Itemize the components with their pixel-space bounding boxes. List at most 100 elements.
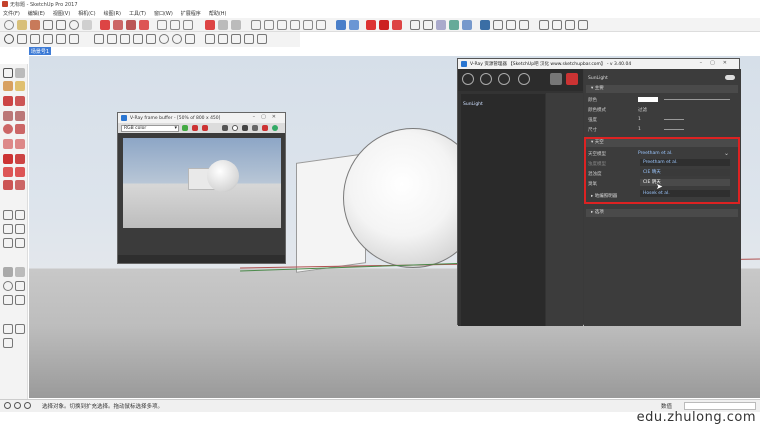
size-slider[interactable] (664, 129, 684, 130)
wireframe-icon[interactable] (349, 20, 359, 30)
color-slider[interactable] (664, 99, 730, 100)
add-detail-icon[interactable] (133, 34, 143, 44)
bucket-icon[interactable] (3, 81, 13, 91)
orbit-icon[interactable] (205, 20, 215, 30)
scene-next-icon[interactable] (218, 34, 228, 44)
tape-icon[interactable] (157, 20, 167, 30)
asset-editor-window-controls[interactable]: –▢✕ (700, 60, 735, 66)
menu-camera[interactable]: 相机(C) (78, 10, 95, 17)
offset-icon[interactable] (139, 20, 149, 30)
xray-icon[interactable] (336, 20, 346, 30)
arrow-select-icon[interactable] (3, 68, 13, 78)
clear-image-icon[interactable] (252, 125, 258, 131)
model-info-icon[interactable] (565, 20, 575, 30)
fog-icon[interactable] (244, 34, 254, 44)
axes-icon[interactable] (183, 20, 193, 30)
rotate-icon[interactable] (113, 20, 123, 30)
text-tool-icon[interactable] (15, 224, 25, 234)
right-view-icon[interactable] (290, 20, 300, 30)
back-view-icon[interactable] (303, 20, 313, 30)
dimension-icon[interactable] (15, 210, 25, 220)
extension-icon[interactable] (519, 20, 529, 30)
row-size-value[interactable]: 1 (638, 127, 641, 132)
offset-tool-icon[interactable] (15, 180, 25, 190)
row-intensity-value[interactable]: 1 (638, 117, 641, 122)
zoom-window-icon[interactable] (15, 281, 25, 291)
left-view-icon[interactable] (316, 20, 326, 30)
scene-tab[interactable]: 场景号1 (29, 47, 51, 55)
section-fill-icon[interactable] (493, 20, 503, 30)
menu-window[interactable]: 窗口(W) (154, 10, 173, 17)
rect-tool-icon[interactable] (3, 111, 13, 121)
pushpull-tool-icon[interactable] (15, 154, 25, 164)
channel-blue-icon[interactable] (202, 125, 208, 131)
measurements-input[interactable] (684, 402, 756, 410)
iso-view-icon[interactable] (251, 20, 261, 30)
followme-tool-icon[interactable] (15, 167, 25, 177)
textured-icon[interactable] (436, 20, 446, 30)
menu-tools[interactable]: 工具(T) (129, 10, 146, 17)
lens-icon[interactable] (232, 125, 238, 131)
styles-icon[interactable] (257, 34, 267, 44)
mono-icon[interactable] (222, 125, 228, 131)
front-view-icon[interactable] (277, 20, 287, 30)
drape-icon[interactable] (120, 34, 130, 44)
position-camera-icon[interactable] (30, 34, 40, 44)
settings-tab-icon[interactable] (518, 73, 530, 85)
render-start-icon[interactable] (272, 125, 278, 131)
scale-icon[interactable] (126, 20, 136, 30)
eraser-icon[interactable] (17, 20, 27, 30)
section-plane-icon[interactable] (462, 20, 472, 30)
smoove-icon[interactable] (94, 34, 104, 44)
warehouse-icon[interactable] (506, 20, 516, 30)
menu-draw[interactable]: 绘图(R) (104, 10, 121, 17)
solid-trim-icon[interactable] (185, 34, 195, 44)
rectangle-icon[interactable] (56, 20, 66, 30)
axes-tool-icon[interactable] (3, 238, 13, 248)
menu-file[interactable]: 文件(F) (3, 10, 20, 17)
hidden-line-icon[interactable] (423, 20, 433, 30)
asset-item-sunlight[interactable]: SunLight (463, 102, 483, 107)
monochrome-icon[interactable] (449, 20, 459, 30)
pan-icon[interactable] (218, 20, 228, 30)
scale-tool-icon[interactable] (3, 180, 13, 190)
menu-edit[interactable]: 编辑(E) (28, 10, 45, 17)
walk-tool-icon[interactable] (3, 324, 13, 334)
protractor-icon[interactable] (3, 224, 13, 234)
credits-icon[interactable] (14, 402, 21, 409)
sunlight-enable-toggle[interactable] (725, 75, 735, 80)
look-around-icon[interactable] (43, 34, 53, 44)
zoom-tool-icon[interactable] (3, 281, 13, 291)
move-icon[interactable] (100, 20, 110, 30)
render-teapot-icon[interactable] (566, 73, 578, 85)
top-view-icon[interactable] (264, 20, 274, 30)
look-tool-icon[interactable] (15, 324, 25, 334)
section-cut-icon[interactable] (480, 20, 490, 30)
section-main[interactable]: ▾ 主要 (586, 85, 738, 93)
circle-icon[interactable] (69, 20, 79, 30)
rotated-rect-icon[interactable] (15, 111, 25, 121)
user-icon[interactable] (24, 402, 31, 409)
shaded-icon[interactable] (410, 20, 420, 30)
shadow-icon[interactable] (231, 34, 241, 44)
polygon-icon[interactable] (15, 124, 25, 134)
move-tool-icon[interactable] (3, 154, 13, 164)
paint-icon[interactable] (30, 20, 40, 30)
circle-tool-icon[interactable] (3, 124, 13, 134)
vfb-window-controls[interactable]: –▢✕ (253, 114, 282, 120)
section-options[interactable]: ▸ 选项 (586, 209, 738, 217)
pan-tool-icon[interactable] (15, 267, 25, 277)
color-swatch[interactable] (638, 97, 658, 102)
geo-location-icon[interactable] (4, 402, 11, 409)
3d-text-icon[interactable] (15, 238, 25, 248)
save-image-icon[interactable] (242, 125, 248, 131)
outliner-icon[interactable] (578, 20, 588, 30)
layout-icon[interactable] (552, 20, 562, 30)
zoom-icon[interactable] (231, 20, 241, 30)
render-home-icon[interactable] (550, 73, 562, 85)
walk-icon[interactable] (17, 34, 27, 44)
menu-help[interactable]: 帮助(H) (209, 10, 227, 17)
menu-view[interactable]: 视图(V) (53, 10, 70, 17)
freehand-icon[interactable] (15, 96, 25, 106)
previous-view-icon[interactable] (15, 295, 25, 305)
